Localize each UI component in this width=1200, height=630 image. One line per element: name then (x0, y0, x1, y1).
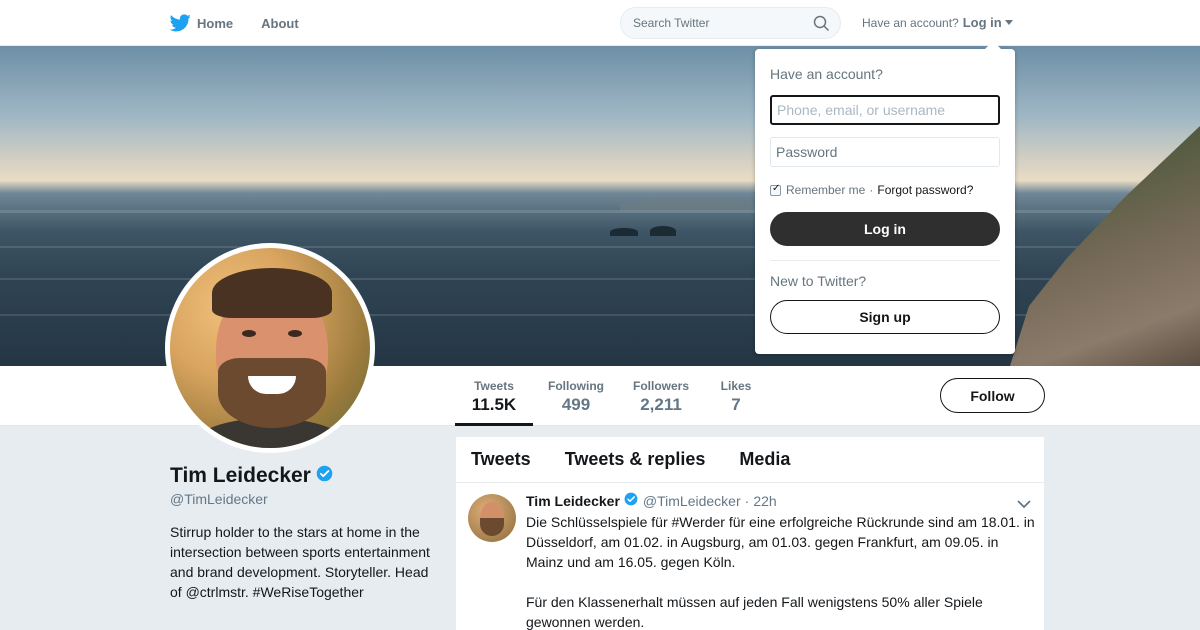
remember-me-checkbox[interactable] (770, 183, 781, 196)
search-input[interactable] (633, 16, 803, 30)
profile-name: Tim Leidecker (170, 464, 333, 488)
stat-value: 2,211 (640, 395, 682, 414)
username-field[interactable] (770, 95, 1000, 125)
timeline-tabs: Tweets Tweets & replies Media (456, 437, 1044, 483)
stat-label: Tweets (474, 379, 514, 393)
account-prompt: Have an account? (862, 15, 959, 30)
stat-value: 7 (731, 395, 741, 414)
login-dropdown: Have an account? Remember me · Forgot pa… (755, 41, 1015, 354)
stat-value: 499 (561, 395, 591, 414)
profile-handle[interactable]: @TimLeidecker (170, 491, 268, 507)
tweet-avatar[interactable] (468, 494, 516, 542)
tab-tweets[interactable]: Tweets (471, 449, 531, 470)
caret-down-icon[interactable] (1004, 20, 1013, 25)
home-link[interactable]: Home (170, 14, 233, 32)
login-dropdown-toggle[interactable]: Log in (963, 15, 1002, 30)
remember-me-label[interactable]: Remember me (786, 183, 865, 197)
stat-likes[interactable]: Likes 7 (716, 366, 756, 426)
timeline: Tweets Tweets & replies Media Tim Leidec… (456, 437, 1044, 630)
tweet-paragraph: Für den Klassenerhalt müssen auf jeden F… (526, 594, 983, 630)
about-link[interactable]: About (261, 16, 299, 31)
search-box (620, 7, 841, 39)
stat-label: Likes (720, 379, 752, 393)
stat-following[interactable]: Following 499 (545, 366, 607, 426)
tab-media[interactable]: Media (739, 449, 790, 470)
remember-me-row: Remember me · Forgot password? (770, 183, 973, 197)
tweet-author-handle[interactable]: @TimLeidecker (643, 493, 741, 509)
tweet-paragraph: Die Schlüsselspiele für #Werder für eine… (526, 514, 1035, 570)
divider (770, 260, 1000, 261)
verified-badge-icon (316, 464, 333, 488)
stat-value: 11.5K (471, 395, 517, 414)
follow-button[interactable]: Follow (940, 378, 1045, 413)
tweet-author-name[interactable]: Tim Leidecker (526, 493, 620, 509)
profile-name-text: Tim Leidecker (170, 464, 311, 487)
account-menu: Have an account? Log in (862, 15, 1013, 30)
password-field[interactable] (770, 137, 1000, 167)
search-icon[interactable] (813, 15, 830, 37)
login-button[interactable]: Log in (770, 212, 1000, 246)
stat-label: Following (548, 379, 604, 393)
verified-badge-icon (624, 492, 638, 509)
profile-avatar[interactable] (165, 243, 375, 453)
remember-separator: · (869, 183, 874, 197)
tab-tweets-and-replies[interactable]: Tweets & replies (565, 449, 706, 470)
avatar-photo (170, 248, 370, 448)
stat-label: Followers (632, 379, 689, 393)
tweet-text: Die Schlüsselspiele für #Werder für eine… (526, 512, 1036, 630)
top-navigation-bar: Home About Have an account? Log in (0, 0, 1200, 46)
signup-button[interactable]: Sign up (770, 300, 1000, 334)
stat-followers[interactable]: Followers 2,211 (630, 366, 692, 426)
twitter-bird-icon (170, 14, 191, 32)
tweet-timestamp[interactable]: 22h (753, 493, 776, 509)
nav-left: Home About (170, 0, 327, 46)
stat-tweets[interactable]: Tweets 11.5K (455, 366, 533, 426)
about-link-label: About (261, 15, 299, 31)
profile-bio: Stirrup holder to the stars at home in t… (170, 524, 430, 600)
home-link-label: Home (197, 15, 234, 31)
forgot-password-link[interactable]: Forgot password? (877, 183, 973, 197)
login-dropdown-title: Have an account? (770, 66, 883, 82)
tweet-separator: · (744, 492, 750, 509)
new-to-twitter-prompt: New to Twitter? (770, 273, 867, 289)
tweet-header: Tim Leidecker @TimLeidecker · 22h (526, 492, 777, 509)
